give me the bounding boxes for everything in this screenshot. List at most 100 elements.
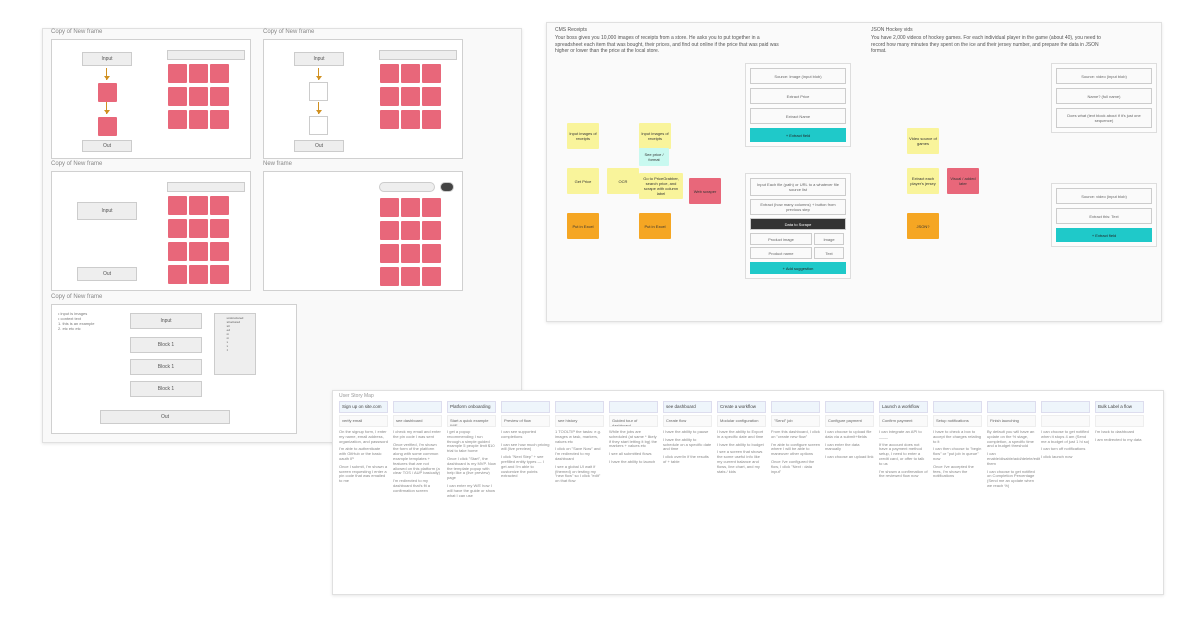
var-type-text[interactable]: Text (814, 247, 844, 259)
var-name[interactable]: Name? (full name) (1056, 88, 1152, 104)
story-activity[interactable]: see history (555, 415, 604, 427)
flow-node[interactable]: Get Price (567, 168, 599, 194)
story-note: I click on "Save Now" and I'm redirected… (555, 447, 604, 461)
story-note: I see a global UI wait if (themed) on te… (555, 465, 604, 484)
story-epic[interactable] (609, 401, 658, 413)
var-source[interactable]: Source: Image (input blob) (750, 68, 846, 84)
var-does-what[interactable]: Does what (text block about if it's just… (1056, 108, 1152, 128)
story-note: I can turn off notifications (1041, 447, 1090, 452)
story-activity[interactable]: verify email (339, 415, 388, 427)
flow-node[interactable]: Web scraper (689, 178, 721, 204)
var-product-name[interactable]: Product name (750, 247, 812, 259)
var-panel: Input Each file (path) or URL to a whate… (745, 173, 851, 279)
story-note: I can choose an upload link (825, 455, 874, 460)
story-epic[interactable] (555, 401, 604, 413)
var-type-image[interactable]: Image (814, 233, 844, 245)
story-column: "Send" jobFrom this dashboard, I click o… (771, 401, 820, 581)
story-epic[interactable] (771, 401, 820, 413)
frame-label: Copy of New frame (263, 29, 314, 35)
story-epic[interactable] (825, 401, 874, 413)
flow-node[interactable]: See price / format (639, 148, 669, 166)
out-block: Out (82, 140, 132, 152)
story-epic[interactable] (1041, 401, 1090, 413)
map-title: User Story Map (339, 393, 374, 399)
story-column: see dashboardCreate flowI have the abili… (663, 401, 712, 581)
story-epic[interactable] (933, 401, 982, 413)
story-activity[interactable]: Guided tour of dashboard (609, 415, 658, 427)
story-note: I click launch now (1041, 455, 1090, 460)
story-note: If the account does not have a payment m… (879, 443, 928, 467)
story-activity[interactable]: Confirm payment (879, 415, 928, 427)
var-extract-name[interactable]: Extract Name (750, 108, 846, 124)
story-epic[interactable]: Bulk Label a flow (1095, 401, 1144, 413)
frame-label: New frame (263, 161, 292, 167)
story-note: I see a screen that shows the some usefu… (717, 450, 766, 474)
story-column: Bulk Label a flowI'm back to dashboardI … (1095, 401, 1144, 581)
var-panel: Source: Image (input blob) Extract Price… (745, 63, 851, 147)
story-activity[interactable]: Start a quick example W/E (447, 415, 496, 427)
var-input-path[interactable]: Input Each file (path) or URL to a whate… (750, 178, 846, 196)
var-extract-cols[interactable]: Extract (how many columns) + button from… (750, 199, 846, 215)
story-epic[interactable]: Platform onboarding (447, 401, 496, 413)
scenario-title: JSON Hockey vids (871, 27, 1101, 34)
story-column: Guided tour of dashboardWhile the jobs a… (609, 401, 658, 581)
var-source-video[interactable]: Source: video (input blob) (1056, 68, 1152, 84)
story-activity[interactable]: "Send" job (771, 415, 820, 427)
flow-node[interactable]: Input images of receipts (639, 123, 671, 149)
add-suggestion-button[interactable]: + Add suggestion (750, 262, 846, 274)
story-epic[interactable]: Create a workflow (717, 401, 766, 413)
story-activity[interactable]: Preview of flow (501, 415, 550, 427)
flow-node[interactable]: Extract each player's jersey (907, 168, 939, 194)
flow-node[interactable]: Put in Excel (639, 213, 671, 239)
sticky-grid (167, 50, 245, 132)
story-epic[interactable]: see dashboard (663, 401, 712, 413)
flow-node[interactable]: Visual / added later (947, 168, 979, 194)
frame-2: Input Out (51, 171, 251, 291)
story-note: I can enter the data manually (825, 443, 874, 453)
empty-note (309, 116, 328, 135)
flow-node[interactable]: OCR (607, 168, 639, 194)
block-1: Block 1 (130, 359, 202, 375)
arrow-icon (318, 68, 319, 80)
story-epic[interactable]: Sign up on site.com (339, 401, 388, 413)
story-activity[interactable]: Finish launching (987, 415, 1036, 427)
flow-node[interactable]: Go to PriceGrabber, search price, and sc… (639, 173, 683, 199)
flow-node[interactable]: Video source of games (907, 128, 939, 154)
story-activity[interactable]: Setup notifications (933, 415, 982, 427)
var-panel: Source: video (input blob) Name? (full n… (1051, 63, 1157, 133)
story-note: I have the ability to budget (717, 443, 766, 448)
var-source-video[interactable]: Source: video (input blob) (1056, 188, 1152, 204)
story-note: I get a popup recommending I run through… (447, 430, 496, 454)
story-epic[interactable] (501, 401, 550, 413)
story-activity[interactable]: Modular configuration (717, 415, 766, 427)
story-activity[interactable]: Configure payment (825, 415, 874, 427)
story-epic[interactable] (987, 401, 1036, 413)
empty-note (309, 82, 328, 101)
story-activity[interactable]: Create flow (663, 415, 712, 427)
story-note: Once I've configured the flow, I click "… (771, 460, 820, 474)
out-block: Out (100, 410, 230, 424)
story-epic[interactable]: Launch a workflow (879, 401, 928, 413)
story-column: see dashboardI check my email and enter … (393, 401, 442, 581)
pill-dark (440, 182, 454, 192)
grid-header (167, 50, 245, 60)
story-activity[interactable] (1095, 415, 1144, 427)
story-note: On the signup form, I enter my name, ema… (339, 430, 388, 444)
story-note: I can enter my W/E how I will have the g… (447, 484, 496, 498)
var-extract-price[interactable]: Extract Price (750, 88, 846, 104)
story-note: By default you will have an update on th… (987, 430, 1036, 449)
story-activity[interactable]: see dashboard (393, 415, 442, 427)
flow-node[interactable]: JSON? (907, 213, 939, 239)
flow-node[interactable]: Input images of receipts (567, 123, 599, 149)
story-column: Create a workflow Modular configuration I … (717, 401, 766, 581)
story-epic[interactable] (393, 401, 442, 413)
add-extract-button[interactable]: + Extract field (1056, 228, 1152, 242)
scenario-text: You have 2,000 videos of hockey games. F… (871, 35, 1101, 55)
flow-node[interactable]: Put in Excel (567, 213, 599, 239)
add-extract-button[interactable]: + Extract field (750, 128, 846, 142)
var-product-image[interactable]: Product image (750, 233, 812, 245)
frame-4: • input is images • context text 1. this… (51, 304, 297, 434)
story-note: I can enable/disable/add/delete/edit the… (987, 452, 1036, 466)
story-activity[interactable] (1041, 415, 1090, 427)
var-extract-text[interactable]: Extract this: Text (1056, 208, 1152, 224)
